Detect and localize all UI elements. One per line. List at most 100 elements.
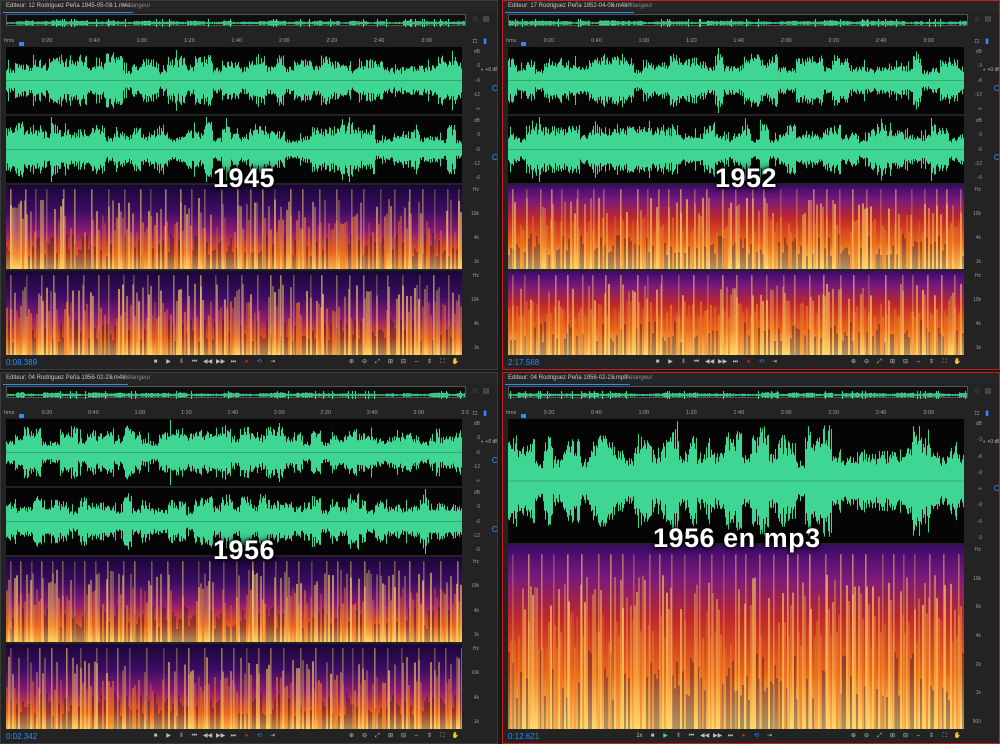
tab-mixer[interactable]: Mélangeur — [119, 373, 153, 384]
spectrogram-channel-1[interactable] — [508, 545, 964, 729]
snap-icon[interactable]: ▮ — [983, 409, 991, 418]
playhead-handle[interactable] — [521, 414, 526, 418]
time-ruler[interactable]: hms 0:20 0:40 1:00 1:20 1:40 2:00 2:20 2:40 3:00 — [1, 36, 467, 46]
zoom-fit-icon[interactable]: ◘ — [471, 37, 479, 46]
overview-zoom-icon[interactable]: ☆ — [471, 15, 479, 24]
zoom-out-point-icon[interactable]: ⛶ — [940, 731, 949, 742]
skip-selection-button[interactable]: ⇥ — [268, 731, 277, 742]
zoom-out-time-icon[interactable]: ⊞ — [386, 731, 395, 742]
zoom-out-point-icon[interactable]: ⛶ — [940, 357, 949, 368]
spectrogram-channel-1[interactable] — [6, 557, 462, 642]
channel-toggle-icon[interactable] — [492, 153, 497, 160]
hand-icon[interactable]: ✋ — [451, 357, 460, 368]
volume-knob[interactable]: ◐ +0 dB — [481, 67, 497, 73]
zoom-full-icon[interactable]: ⊟ — [399, 731, 408, 742]
skip-selection-button[interactable]: ⇥ — [765, 731, 774, 742]
stop-button[interactable]: ■ — [648, 731, 657, 742]
zoom-in-amp-icon[interactable]: ⊕ — [347, 731, 356, 742]
time-ruler[interactable]: hms 0:20 0:40 1:00 1:20 1:40 2:00 2:20 2:40 3:00 — [503, 408, 969, 418]
waveform-channel-1[interactable] — [6, 419, 462, 486]
time-ruler[interactable]: hms 0:20 0:40 1:00 1:20 1:40 2:00 2:20 2:40 3:00 3… — [1, 408, 469, 418]
channel-toggle-icon[interactable] — [492, 456, 497, 463]
tab-mixer[interactable]: Mélangeur — [621, 1, 655, 12]
play-button[interactable]: ▶ — [666, 357, 675, 368]
waveform-channel-1[interactable] — [6, 47, 462, 114]
speed-label[interactable]: 1x — [635, 731, 644, 742]
playhead-handle[interactable] — [19, 414, 24, 418]
zoom-in-time-icon[interactable]: ⤢ — [875, 731, 884, 742]
volume-knob[interactable]: ◐ +0 dB — [983, 439, 999, 445]
loop-button[interactable]: ⟲ — [255, 357, 264, 368]
skip-back-button[interactable]: ⏮ — [190, 731, 199, 742]
zoom-in-time-icon[interactable]: ⤢ — [373, 357, 382, 368]
record-button[interactable]: ● — [242, 731, 251, 742]
fast-forward-button[interactable]: ▶▶ — [713, 731, 722, 742]
volume-knob[interactable]: ◐ +0 dB — [983, 67, 999, 73]
zoom-out-time-icon[interactable]: ⊞ — [386, 357, 395, 368]
record-button[interactable]: ● — [739, 731, 748, 742]
overview-zoom-icon[interactable]: ☆ — [973, 15, 981, 24]
zoom-fit-icon[interactable]: ◘ — [471, 409, 479, 418]
zoom-selection-icon[interactable]: ⇔ — [412, 731, 421, 742]
skip-selection-button[interactable]: ⇥ — [770, 357, 779, 368]
time-ruler[interactable]: hms 0:20 0:40 1:00 1:20 1:40 2:00 2:20 2:40 3:00 — [503, 36, 969, 46]
zoom-out-amp-icon[interactable]: ⊖ — [862, 731, 871, 742]
rewind-button[interactable]: ◀◀ — [700, 731, 709, 742]
spectrogram-channel-2[interactable] — [6, 644, 462, 729]
hand-icon[interactable]: ✋ — [953, 357, 962, 368]
fast-forward-button[interactable]: ▶▶ — [718, 357, 727, 368]
channel-toggle-icon[interactable] — [492, 525, 497, 532]
hand-icon[interactable]: ✋ — [451, 731, 460, 742]
playhead-handle[interactable] — [521, 42, 526, 46]
zoom-out-point-icon[interactable]: ⛶ — [438, 731, 447, 742]
zoom-selection-icon[interactable]: ⇔ — [914, 357, 923, 368]
zoom-out-amp-icon[interactable]: ⊖ — [862, 357, 871, 368]
overview-menu-icon[interactable]: ▤ — [984, 387, 992, 396]
overview-zoom-icon[interactable]: ☆ — [973, 387, 981, 396]
zoom-out-point-icon[interactable]: ⛶ — [438, 357, 447, 368]
skip-back-button[interactable]: ⏮ — [190, 357, 199, 368]
current-time[interactable]: 0:08.389 — [6, 357, 37, 368]
record-button[interactable]: ● — [744, 357, 753, 368]
spectrogram-channel-2[interactable] — [6, 271, 462, 355]
skip-forward-button[interactable]: ⏭ — [731, 357, 740, 368]
hand-icon[interactable]: ✋ — [953, 731, 962, 742]
snap-icon[interactable]: ▮ — [481, 409, 489, 418]
current-time[interactable]: 2:17.568 — [508, 357, 539, 368]
skip-back-button[interactable]: ⏮ — [692, 357, 701, 368]
tab-editor[interactable]: Editeur: 12 Rodriguez Peña 1945-05-03 1.… — [3, 1, 134, 13]
waveform-channel-1[interactable] — [508, 47, 964, 114]
zoom-full-icon[interactable]: ⊟ — [901, 357, 910, 368]
skip-back-button[interactable]: ⏮ — [687, 731, 696, 742]
zoom-in-amp-icon[interactable]: ⊕ — [347, 357, 356, 368]
stop-button[interactable]: ■ — [653, 357, 662, 368]
volume-knob[interactable]: ◐ +0 dB — [481, 439, 497, 445]
zoom-selection-icon[interactable]: ⇔ — [914, 731, 923, 742]
tab-menu-icon[interactable]: ≡ — [109, 373, 113, 384]
rewind-button[interactable]: ◀◀ — [203, 357, 212, 368]
stop-button[interactable]: ■ — [151, 357, 160, 368]
tab-mixer[interactable]: Mélangeur — [621, 373, 655, 384]
rewind-button[interactable]: ◀◀ — [203, 731, 212, 742]
tab-menu-icon[interactable]: ≡ — [611, 373, 615, 384]
zoom-fit-icon[interactable]: ◘ — [973, 37, 981, 46]
current-time[interactable]: 0:02.342 — [6, 731, 37, 742]
zoom-in-amp-icon[interactable]: ⊕ — [849, 731, 858, 742]
zoom-in-time-icon[interactable]: ⤢ — [373, 731, 382, 742]
fast-forward-button[interactable]: ▶▶ — [216, 357, 225, 368]
record-button[interactable]: ● — [242, 357, 251, 368]
overview-waveform[interactable] — [508, 386, 968, 399]
zoom-selection-icon[interactable]: ⇔ — [412, 357, 421, 368]
zoom-out-amp-icon[interactable]: ⊖ — [360, 731, 369, 742]
zoom-in-point-icon[interactable]: ⇕ — [927, 357, 936, 368]
zoom-in-point-icon[interactable]: ⇕ — [927, 731, 936, 742]
zoom-out-time-icon[interactable]: ⊞ — [888, 731, 897, 742]
tab-mixer[interactable]: Mélangeur — [119, 1, 153, 12]
spectrogram-channel-1[interactable] — [508, 185, 964, 269]
snap-icon[interactable]: ▮ — [481, 37, 489, 46]
overview-waveform[interactable] — [6, 386, 466, 399]
channel-toggle-icon[interactable] — [492, 84, 497, 91]
play-button[interactable]: ▶ — [164, 731, 173, 742]
skip-selection-button[interactable]: ⇥ — [268, 357, 277, 368]
zoom-in-point-icon[interactable]: ⇕ — [425, 731, 434, 742]
